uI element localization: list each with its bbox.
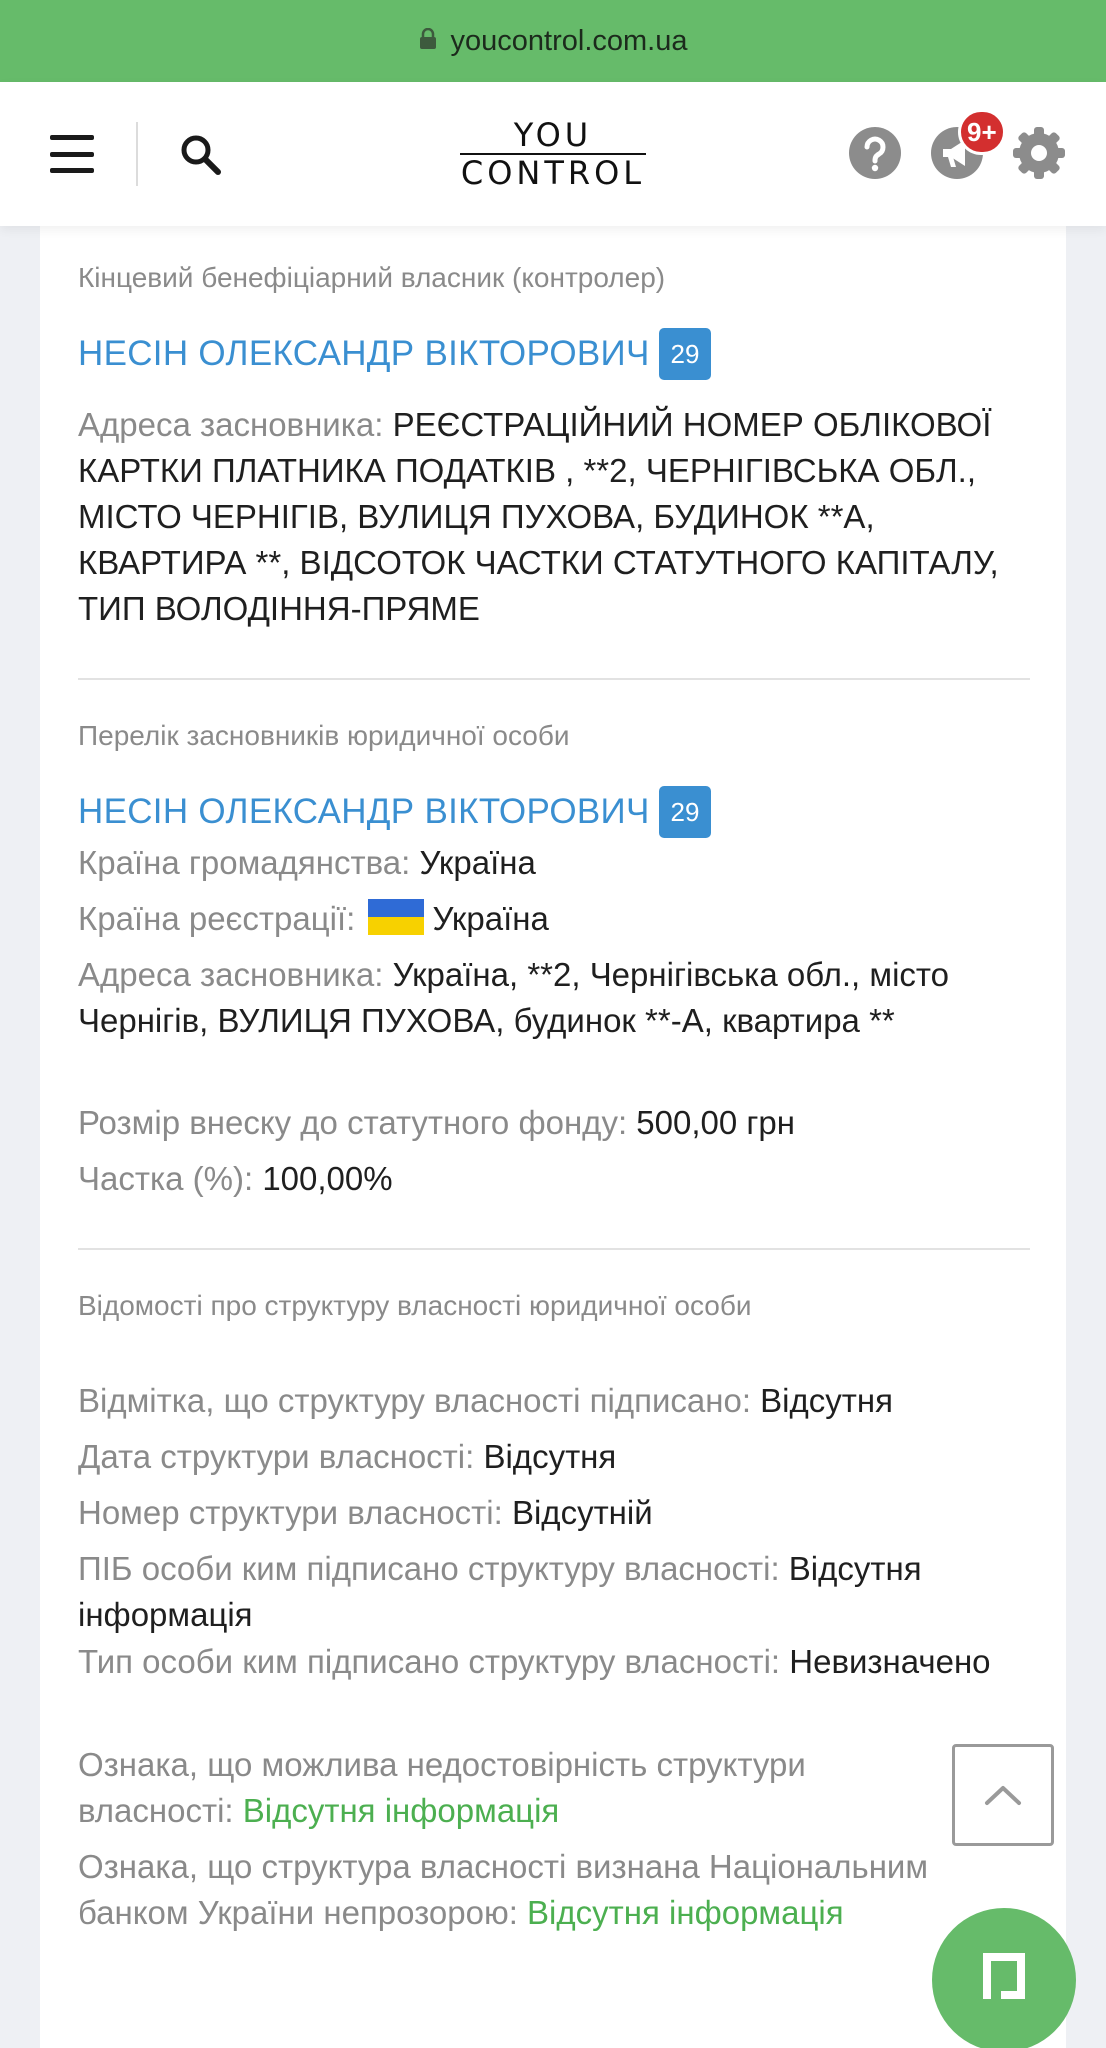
founder-name-link[interactable]: НЕСІН ОЛЕКСАНДР ВІКТОРОВИЧ	[78, 792, 650, 832]
chat-button[interactable]	[932, 1908, 1076, 2048]
founder-registration-label: Країна реєстрації:	[78, 900, 365, 937]
ownership-signed-label: Відмітка, що структуру власності підписа…	[78, 1382, 761, 1419]
browser-url: youcontrol.com.ua	[450, 24, 688, 57]
founder-address-label: Адреса засновника:	[78, 956, 393, 993]
ownership-signed-value: Відсутня	[760, 1382, 893, 1419]
founder-contribution-value: 500,00 грн	[636, 1104, 795, 1141]
notifications-badge[interactable]: 9+	[958, 109, 1006, 155]
ownership-section-title: Відомості про структуру власності юридич…	[78, 1290, 752, 1321]
ownership-signer-type-label: Тип особи ким підписано структуру власно…	[78, 1643, 790, 1680]
beneficiary-section-title: Кінцевий бенефіціарний власник (контроле…	[78, 262, 666, 293]
founder-contribution: Розмір внеску до статутного фонду: 500,0…	[78, 1100, 1038, 1146]
founder-contribution-label: Розмір внеску до статутного фонду:	[78, 1104, 637, 1141]
founder-citizenship-label: Країна громадянства:	[78, 844, 420, 881]
ownership-signer-type-value: Невизначено	[789, 1643, 991, 1680]
founder-registration: Країна реєстрації: Україна	[78, 896, 1038, 942]
beneficiary-address: Адреса засновника: РЕЄСТРАЦІЙНИЙ НОМЕР О…	[78, 402, 1038, 632]
founder-share: Частка (%): 100,00%	[78, 1156, 1038, 1202]
founder-count-badge[interactable]: 29	[659, 786, 711, 838]
header-divider	[136, 122, 138, 186]
ownership-signer-name: ПІБ особи ким підписано структуру власно…	[78, 1546, 1038, 1638]
ownership-nontransparent: Ознака, що структура власності визнана Н…	[78, 1844, 1038, 1936]
divider-1	[78, 678, 1030, 680]
browser-url-bar[interactable]: youcontrol.com.ua	[0, 0, 1106, 82]
founder-share-value: 100,00%	[262, 1160, 393, 1197]
beneficiary-name-link[interactable]: НЕСІН ОЛЕКСАНДР ВІКТОРОВИЧ	[78, 334, 650, 374]
founder-citizenship-value: Україна	[419, 844, 536, 881]
logo-bottom-text: CONTROL	[460, 154, 646, 192]
logo-top-text: YOU	[513, 116, 593, 154]
youcontrol-logo[interactable]: YOU CONTROL	[458, 116, 648, 192]
ownership-number: Номер структури власності: Відсутній	[78, 1490, 1038, 1536]
gear-icon[interactable]	[1012, 126, 1066, 180]
details-card: Кінцевий бенефіціарний власник (контроле…	[40, 226, 1066, 2048]
ownership-signed: Відмітка, що структуру власності підписа…	[78, 1378, 1038, 1424]
ownership-date-value: Відсутня	[483, 1438, 617, 1475]
app-header: YOU CONTROL 9+	[0, 82, 1106, 226]
ownership-unreliable: Ознака, що можлива недостовірність струк…	[78, 1742, 938, 1834]
ukraine-flag-icon	[368, 899, 425, 935]
ownership-date: Дата структури власності: Відсутня	[78, 1434, 1038, 1480]
divider-2	[78, 1248, 1030, 1250]
founder-address: Адреса засновника: Україна, **2, Чернігі…	[78, 952, 1038, 1044]
ownership-date-label: Дата структури власності:	[78, 1438, 484, 1475]
beneficiary-address-label: Адреса засновника:	[78, 406, 393, 443]
founder-citizenship: Країна громадянства: Україна	[78, 840, 1038, 886]
chevron-up-icon	[985, 1786, 1021, 1805]
scroll-to-top-button[interactable]	[952, 1744, 1054, 1846]
lock-icon	[419, 28, 436, 49]
ownership-unreliable-value[interactable]: Відсутня інформація	[243, 1792, 560, 1829]
founder-share-label: Частка (%):	[78, 1160, 263, 1197]
ownership-number-label: Номер структури власності:	[78, 1494, 512, 1531]
chat-icon	[983, 1953, 1025, 1999]
ownership-signer-name-label: ПІБ особи ким підписано структуру власно…	[78, 1550, 789, 1587]
search-icon[interactable]	[178, 132, 224, 178]
beneficiary-count-badge[interactable]: 29	[659, 328, 711, 380]
ownership-signer-type: Тип особи ким підписано структуру власно…	[78, 1639, 1038, 1685]
founder-registration-value: Україна	[432, 900, 549, 937]
ownership-number-value: Відсутній	[511, 1494, 653, 1531]
ownership-nontransparent-value[interactable]: Відсутня інформація	[527, 1894, 844, 1931]
founders-section-title: Перелік засновників юридичної особи	[78, 720, 570, 751]
help-icon[interactable]	[848, 126, 902, 180]
menu-icon[interactable]	[50, 135, 94, 173]
